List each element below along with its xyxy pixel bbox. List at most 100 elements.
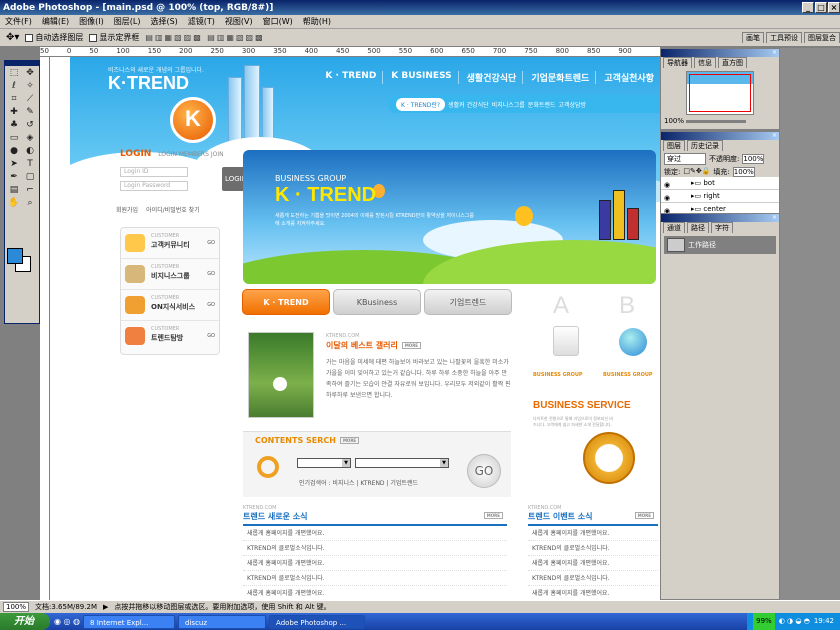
list-item[interactable]: 새롭게 홈페이지를 개편했어요. (528, 586, 658, 600)
menu-filter[interactable]: 滤镜(T) (183, 16, 220, 27)
subnav-business[interactable]: 비지니스그룹 (492, 100, 525, 109)
start-button[interactable]: 开始 (0, 613, 50, 630)
tab-brushes[interactable]: 画笔 (742, 32, 764, 43)
move-tool-icon[interactable]: ✥▾ (6, 32, 19, 43)
layer-row[interactable]: ◉ ▸▭ right (661, 190, 779, 203)
auto-select-checkbox[interactable]: 自动选择图层 (25, 32, 83, 43)
marquee-tool-icon[interactable]: ⬚ (7, 67, 21, 79)
menu-image[interactable]: 图像(I) (74, 16, 109, 27)
join-link[interactable]: 회원가입 (116, 205, 138, 214)
login-id-input[interactable]: Login ID (120, 167, 188, 177)
nav-kbusiness[interactable]: K BUSINESS (385, 71, 459, 84)
find-account-link[interactable]: 아이디/비밀번호 찾기 (146, 205, 200, 214)
nav-ktrend[interactable]: K · TREND (319, 71, 384, 84)
tab-tool-presets[interactable]: 工具预设 (766, 32, 802, 43)
history-brush-icon[interactable]: ↺ (23, 119, 37, 131)
fill-field[interactable]: 100% (732, 167, 755, 177)
minimize-icon[interactable]: _ (802, 2, 814, 13)
shape-tool-icon[interactable]: ▢ (23, 171, 37, 183)
list-item[interactable]: KTREND의 클로벌소식입니다. (243, 571, 507, 586)
zoom-tool-icon[interactable]: ⌕ (23, 197, 37, 209)
news-more-button[interactable]: MORE (483, 512, 503, 519)
nav-customer[interactable]: 고객실천사항 (598, 71, 660, 84)
document-canvas[interactable]: 비즈니스의 새로운 개념의 그룹입니다. K·TREND K K · TREND… (50, 57, 660, 600)
tab-layers[interactable]: 图层 (663, 140, 685, 151)
lasso-tool-icon[interactable]: ℓ (7, 80, 21, 92)
path-select-icon[interactable]: ➤ (7, 158, 21, 170)
search-category-select[interactable]: ▼ (297, 458, 351, 468)
search-more-button[interactable]: MORE (339, 437, 360, 444)
subnav-health[interactable]: 생활커 건강식단 (448, 100, 489, 109)
list-item[interactable]: 새롭게 홈페이지를 개편했어요. (528, 526, 658, 541)
hand-tool-icon[interactable]: ✋ (7, 197, 21, 209)
tab-info[interactable]: 信息 (694, 57, 716, 68)
quicklaunch-icons[interactable]: ◉ ◎ ◍ (54, 617, 80, 626)
move-tool-icon[interactable]: ✥ (23, 67, 37, 79)
list-item[interactable]: KTREND의 클로벌소식입니다. (528, 571, 658, 586)
event-more-button[interactable]: MORE (634, 512, 654, 519)
menu-edit[interactable]: 编辑(E) (37, 16, 74, 27)
gallery-photo[interactable] (248, 332, 314, 418)
menu-view[interactable]: 视图(V) (220, 16, 258, 27)
slice-tool-icon[interactable]: ⟋ (23, 93, 37, 105)
menu-window[interactable]: 窗口(W) (258, 16, 298, 27)
business-group-label-a[interactable]: BUSINESS GROUP (533, 372, 583, 378)
search-go-button[interactable]: GO (467, 454, 501, 488)
subnav-culture[interactable]: 문화트렌드 (528, 100, 556, 109)
dodge-tool-icon[interactable]: ◐ (23, 145, 37, 157)
menu-layer[interactable]: 图层(L) (109, 16, 146, 27)
opacity-field[interactable]: 100% (742, 154, 765, 164)
brush-tool-icon[interactable]: ✎ (23, 106, 37, 118)
foreground-color-swatch[interactable] (7, 248, 23, 264)
tab-corp-trend[interactable]: 기업트렌드 (424, 289, 512, 315)
tab-ktrend[interactable]: K · TREND (242, 289, 330, 315)
nav-health[interactable]: 생활건강식단 (461, 71, 524, 84)
type-tool-icon[interactable]: T (23, 158, 37, 170)
business-group-label-b[interactable]: BUSINESS GROUP (603, 372, 653, 378)
lock-icons[interactable]: □✎✥🔒 (683, 167, 710, 177)
align-icons[interactable]: ▤▥▦▧▨▩ ▤▥▦▧▨▩ (145, 33, 264, 42)
status-zoom[interactable]: 100% (3, 602, 30, 612)
tab-layer-comps[interactable]: 图层复合 (804, 32, 840, 43)
view-box[interactable] (689, 74, 751, 112)
navigator-zoom[interactable]: 100% (664, 117, 684, 125)
side-menu-item[interactable]: CUSTOMER 고객커뮤니티 GO (121, 228, 219, 259)
side-menu-item[interactable]: CUSTOMER ON지식서비스 GO (121, 290, 219, 321)
crop-tool-icon[interactable]: ⌗ (7, 93, 21, 105)
clock[interactable]: 19:42 (814, 613, 834, 630)
tab-channels[interactable]: 通道 (663, 222, 685, 233)
eyedropper-icon[interactable]: ⌐ (23, 184, 37, 196)
close-icon[interactable]: × (828, 2, 840, 13)
nav-culture[interactable]: 기업문화트렌드 (525, 71, 597, 84)
gallery-more-button[interactable]: MORE (401, 342, 422, 349)
side-menu-item[interactable]: CUSTOMER 비지니스그룹 GO (121, 259, 219, 290)
menu-file[interactable]: 文件(F) (0, 16, 37, 27)
side-menu-item[interactable]: CUSTOMER 트렌드탐방 GO (121, 321, 219, 352)
list-item[interactable]: KTREND의 클로벌소식입니다. (243, 541, 507, 556)
list-item[interactable]: KTREND의 클로벌소식입니다. (528, 541, 658, 556)
magic-wand-icon[interactable]: ✧ (23, 80, 37, 92)
list-item[interactable]: 새롭게 홈페이지를 개편했어요. (243, 586, 507, 600)
tab-history[interactable]: 历史记录 (687, 140, 723, 151)
pen-tool-icon[interactable]: ✒ (7, 171, 21, 183)
site-logo[interactable]: K·TREND (108, 73, 189, 94)
login-password-input[interactable]: Login Password (120, 181, 188, 191)
zoom-slider[interactable] (686, 119, 747, 123)
navigator-preview[interactable] (686, 71, 754, 115)
maximize-icon[interactable]: □ (815, 2, 827, 13)
tab-character[interactable]: 字符 (711, 222, 733, 233)
work-path-row[interactable]: 工作路径 (664, 236, 776, 254)
task-discuz[interactable]: discuz (178, 614, 267, 629)
blur-tool-icon[interactable]: ● (7, 145, 21, 157)
healing-brush-icon[interactable]: ✚ (7, 106, 21, 118)
tab-paths[interactable]: 路径 (687, 222, 709, 233)
subnav-counsel[interactable]: 고객상담방 (558, 100, 586, 109)
task-photoshop[interactable]: Adobe Photoshop ... (269, 614, 366, 629)
bucket-tool-icon[interactable]: ◈ (23, 132, 37, 144)
tab-histogram[interactable]: 直方图 (718, 57, 747, 68)
blend-mode-select[interactable]: 穿过 (664, 153, 706, 165)
layer-row[interactable]: ◉ ▸▭ bot (661, 177, 779, 190)
play-icon[interactable]: ▶ (103, 603, 108, 611)
subnav-about[interactable]: K · TREND란? (396, 97, 446, 111)
eraser-tool-icon[interactable]: ▭ (7, 132, 21, 144)
